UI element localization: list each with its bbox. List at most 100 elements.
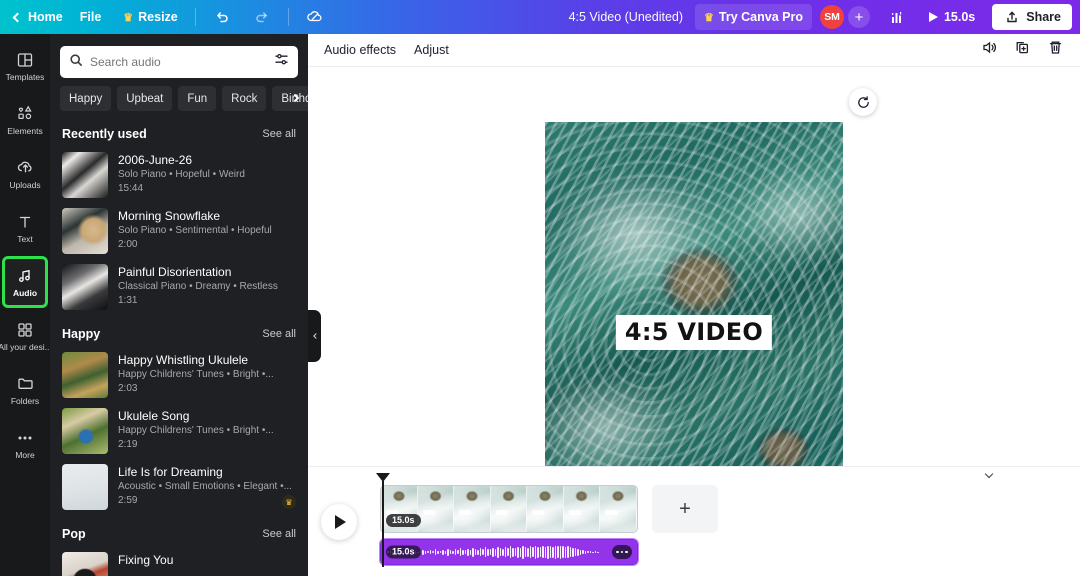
canvas-stage: 4:5 VIDEO bbox=[308, 67, 1080, 501]
home-button[interactable]: Home bbox=[2, 4, 67, 30]
sidebar-item-all-your-designs[interactable]: All your desi... bbox=[0, 310, 52, 362]
audio-clip[interactable]: 15.0s bbox=[379, 538, 639, 566]
sidebar-item-elements[interactable]: Elements bbox=[2, 94, 48, 146]
list-item[interactable]: Happy Whistling Ukulele Happy Childrens'… bbox=[50, 347, 308, 403]
undo-button[interactable] bbox=[204, 4, 240, 30]
waveform-bar bbox=[432, 551, 434, 553]
waveform-bar bbox=[507, 548, 509, 556]
waveform-bar bbox=[532, 547, 534, 557]
audio-effects-button[interactable]: Audio effects bbox=[324, 43, 396, 57]
add-page-button[interactable]: + bbox=[652, 485, 718, 533]
sidebar-item-templates[interactable]: Templates bbox=[2, 40, 48, 92]
track-title: Life Is for Dreaming bbox=[118, 465, 223, 479]
waveform-bar bbox=[584, 550, 586, 554]
trash-icon[interactable] bbox=[1047, 39, 1064, 61]
editor-main: Audio effects Adjust 4:5 VIDEO 15.0s 15.… bbox=[308, 34, 1080, 576]
waveform-bar bbox=[447, 548, 449, 556]
waveform-bar bbox=[494, 548, 496, 556]
share-label: Share bbox=[1026, 10, 1061, 24]
track-thumbnail bbox=[62, 264, 108, 310]
play-icon bbox=[335, 515, 346, 529]
section-title: Happy bbox=[62, 327, 101, 341]
sidebar-item-folders[interactable]: Folders bbox=[2, 364, 48, 416]
list-item[interactable]: Fixing You bbox=[50, 547, 308, 576]
track-duration: 2:00 bbox=[118, 239, 138, 250]
panel-collapse-handle[interactable] bbox=[308, 310, 321, 362]
search-input[interactable] bbox=[90, 55, 267, 69]
audio-clip-menu-button[interactable] bbox=[612, 545, 632, 559]
sidebar-item-text[interactable]: Text bbox=[2, 202, 48, 254]
waveform-bar bbox=[487, 548, 489, 556]
video-clip[interactable]: 15.0s bbox=[380, 485, 638, 533]
chip-happy[interactable]: Happy bbox=[60, 86, 112, 111]
waveform-bar bbox=[489, 549, 491, 555]
see-all-link-happy[interactable]: See all bbox=[262, 328, 296, 340]
duplicate-icon[interactable] bbox=[1014, 39, 1031, 61]
track-meta: Fixing You bbox=[118, 552, 173, 568]
undo-icon bbox=[213, 8, 231, 26]
add-collaborator-button[interactable]: + bbox=[847, 6, 870, 28]
share-button[interactable]: Share bbox=[992, 4, 1072, 30]
waveform-bar bbox=[534, 545, 536, 559]
search-box[interactable] bbox=[60, 46, 298, 78]
list-item[interactable]: Painful Disorientation Classical Piano •… bbox=[50, 259, 308, 315]
waveform-bar bbox=[437, 550, 439, 554]
file-menu-button[interactable]: File bbox=[71, 4, 111, 30]
bar-chart-icon bbox=[889, 8, 907, 26]
sidebar-label-folders: Folders bbox=[10, 396, 40, 407]
document-title[interactable]: 4:5 Video (Unedited) bbox=[559, 10, 693, 24]
avatar[interactable]: SM bbox=[819, 5, 844, 29]
waveform-bar bbox=[427, 551, 429, 553]
toolbar-right-group bbox=[981, 39, 1064, 61]
waveform-bar bbox=[547, 545, 549, 559]
list-item[interactable]: Ukulele Song Happy Childrens' Tunes • Br… bbox=[50, 403, 308, 459]
sidebar-item-uploads[interactable]: Uploads bbox=[2, 148, 48, 200]
folders-icon bbox=[16, 374, 35, 393]
audio-duration-badge: 15.0s bbox=[386, 545, 421, 559]
see-all-link-recently-used[interactable]: See all bbox=[262, 128, 296, 140]
volume-icon[interactable] bbox=[981, 39, 998, 61]
sidebar-item-more[interactable]: More bbox=[2, 418, 48, 470]
resize-button[interactable]: ♛ Resize bbox=[114, 4, 186, 30]
timeline-play-button[interactable] bbox=[321, 504, 357, 540]
waveform-bar bbox=[509, 546, 511, 558]
chip-rock[interactable]: Rock bbox=[222, 86, 267, 111]
preview-play-button[interactable]: 15.0s bbox=[920, 4, 984, 30]
waveform-bar bbox=[519, 547, 521, 557]
more-icon bbox=[15, 428, 35, 447]
redo-button[interactable] bbox=[244, 4, 280, 30]
sidebar-item-audio[interactable]: Audio bbox=[2, 256, 48, 308]
cloud-sync-button[interactable] bbox=[297, 4, 333, 30]
waveform-bar bbox=[449, 550, 451, 554]
chip-fun[interactable]: Fun bbox=[178, 86, 217, 111]
sidebar-label-more: More bbox=[15, 450, 35, 461]
see-all-link-pop[interactable]: See all bbox=[262, 528, 296, 540]
waveform-bar bbox=[477, 549, 479, 555]
waveform-bar bbox=[457, 550, 459, 554]
waveform-bar bbox=[472, 547, 474, 557]
chips-next-button[interactable] bbox=[286, 89, 304, 107]
list-item[interactable]: Morning Snowflake Solo Piano • Sentiment… bbox=[50, 203, 308, 259]
track-title: Morning Snowflake bbox=[118, 209, 221, 223]
track-duration: 2:19 bbox=[118, 439, 138, 450]
canvas-caption-text[interactable]: 4:5 VIDEO bbox=[615, 315, 773, 351]
waveform-bar bbox=[589, 551, 591, 553]
list-item[interactable]: Life Is for Dreaming Acoustic • Small Em… bbox=[50, 459, 308, 515]
section-header-happy: Happy See all bbox=[50, 315, 308, 347]
list-item[interactable]: 2006-June-26 Solo Piano • Hopeful • Weir… bbox=[50, 147, 308, 203]
design-canvas[interactable]: 4:5 VIDEO bbox=[545, 122, 843, 494]
filter-sliders-icon[interactable] bbox=[274, 52, 289, 72]
insights-button[interactable] bbox=[880, 4, 916, 30]
try-canva-pro-button[interactable]: ♛ Try Canva Pro bbox=[695, 4, 812, 30]
share-upload-icon bbox=[1003, 8, 1021, 26]
timeline-collapse-button[interactable] bbox=[980, 468, 998, 482]
waveform-bar bbox=[522, 545, 524, 559]
regenerate-button[interactable] bbox=[849, 88, 877, 116]
pro-crown-icon: ♛ bbox=[282, 495, 296, 509]
adjust-button[interactable]: Adjust bbox=[414, 43, 449, 57]
waveform-bar bbox=[424, 550, 426, 554]
ellipsis-dot bbox=[620, 550, 624, 554]
chip-upbeat[interactable]: Upbeat bbox=[117, 86, 173, 111]
waveform-bar bbox=[587, 551, 589, 553]
search-row bbox=[50, 34, 308, 86]
